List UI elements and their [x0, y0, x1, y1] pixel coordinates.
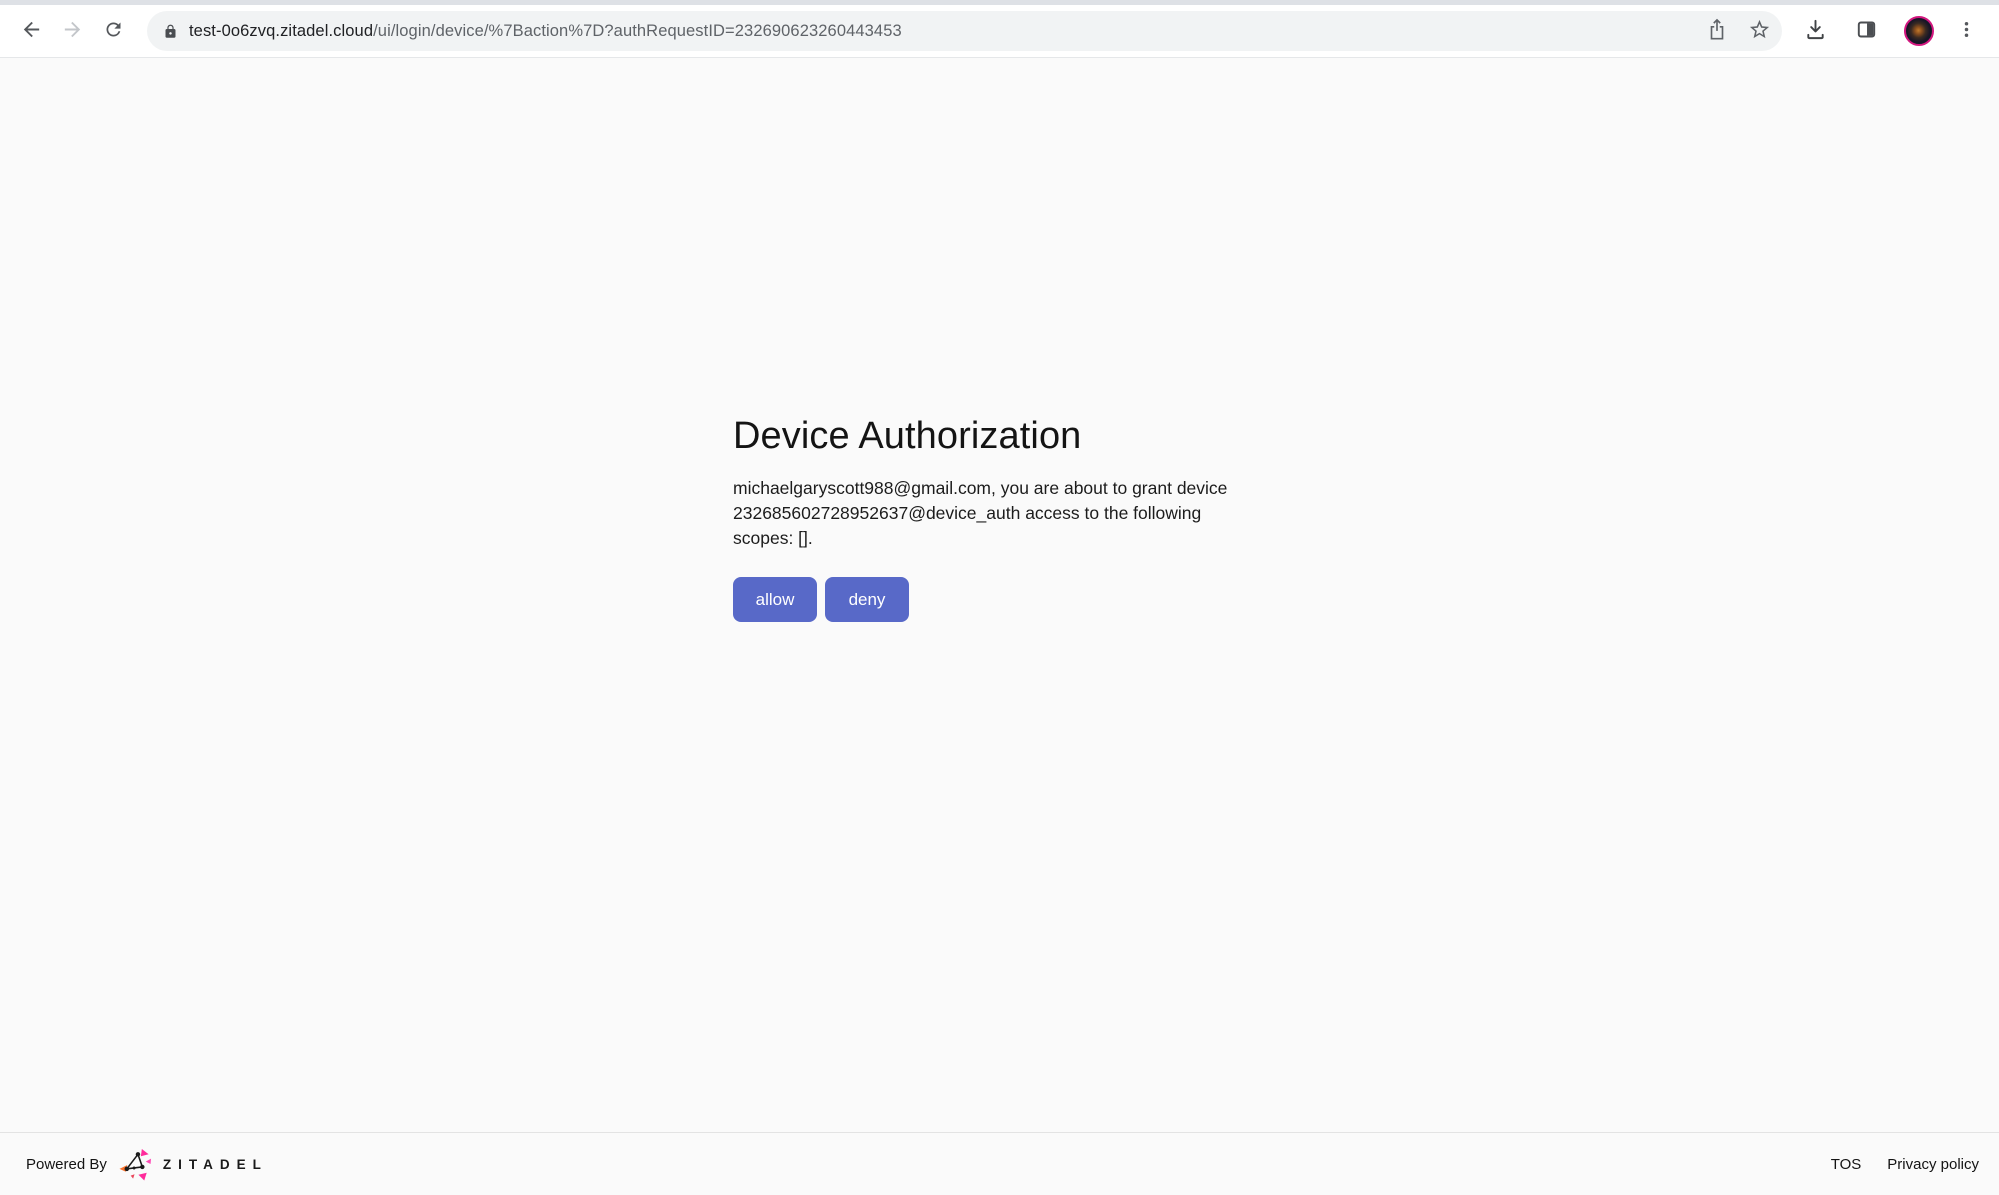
- zitadel-wordmark: ZITADEL: [163, 1157, 268, 1172]
- action-buttons: allow deny: [733, 577, 1278, 622]
- page-title: Device Authorization: [733, 415, 1278, 458]
- user-avatar[interactable]: [1904, 16, 1934, 46]
- forward-button[interactable]: [55, 14, 89, 48]
- device-authorization-card: Device Authorization michaelgaryscott988…: [733, 415, 1278, 622]
- url-text: test-0o6zvq.zitadel.cloud/ui/login/devic…: [189, 22, 1706, 41]
- browser-toolbar: test-0o6zvq.zitadel.cloud/ui/login/devic…: [0, 5, 1999, 58]
- share-button[interactable]: [1706, 18, 1728, 45]
- address-bar[interactable]: test-0o6zvq.zitadel.cloud/ui/login/devic…: [147, 11, 1782, 51]
- powered-by-block: Powered By: [26, 1148, 268, 1181]
- browser-window: test-0o6zvq.zitadel.cloud/ui/login/devic…: [0, 0, 1999, 1195]
- url-path: /ui/login/device/%7Baction%7D?authReques…: [373, 22, 902, 40]
- side-panel-button[interactable]: [1849, 14, 1883, 48]
- page-footer: Powered By: [0, 1132, 1999, 1195]
- footer-links: TOS Privacy policy: [1831, 1156, 1979, 1173]
- device-authorization-page: Device Authorization michaelgaryscott988…: [0, 59, 1999, 1195]
- downloads-button[interactable]: [1798, 14, 1832, 48]
- share-icon: [1706, 18, 1728, 45]
- bookmark-button[interactable]: [1748, 18, 1771, 44]
- allow-button[interactable]: allow: [733, 577, 817, 622]
- back-button[interactable]: [14, 14, 48, 48]
- zitadel-logo-icon: [119, 1148, 154, 1181]
- powered-by-label: Powered By: [26, 1156, 107, 1173]
- forward-arrow-icon: [61, 18, 84, 44]
- browser-menu-button[interactable]: [1949, 14, 1983, 48]
- refresh-icon: [103, 19, 124, 43]
- side-panel-icon: [1856, 19, 1877, 43]
- back-arrow-icon: [20, 18, 43, 44]
- deny-button[interactable]: deny: [825, 577, 909, 622]
- grant-description: michaelgaryscott988@gmail.com, you are a…: [733, 476, 1278, 551]
- bookmark-star-icon: [1748, 18, 1771, 44]
- url-domain: test-0o6zvq.zitadel.cloud: [189, 22, 373, 40]
- three-dot-menu-icon: [1956, 19, 1977, 43]
- tos-link[interactable]: TOS: [1831, 1156, 1862, 1173]
- download-icon: [1804, 18, 1827, 44]
- privacy-policy-link[interactable]: Privacy policy: [1887, 1156, 1979, 1173]
- lock-icon[interactable]: [163, 23, 178, 40]
- toolbar-right-actions: [1782, 14, 1985, 48]
- refresh-button[interactable]: [96, 14, 130, 48]
